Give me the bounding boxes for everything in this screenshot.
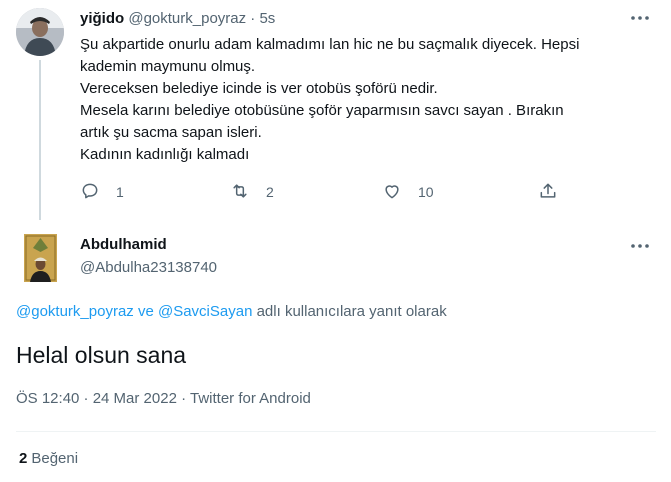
divider [16,431,656,432]
tweet-text-line: artık şu sacma sapan isleri. [80,124,262,141]
more-icon[interactable] [628,8,652,28]
retweet-icon [230,181,250,204]
tweet-text-line: kademin maymunu olmuş. [80,58,256,75]
share-button[interactable] [538,180,558,204]
replying-to: @gokturk_poyraz ve @SavciSayan adlı kull… [16,302,447,322]
tweet-text-line: Vereceksen belediye icinde is ver otobüs… [80,80,438,97]
likes-label: Beğeni [31,450,79,467]
author-name[interactable]: yiğido [80,10,124,27]
like-count: 10 [418,184,434,200]
share-icon [538,181,558,204]
tweet-text-line: Şu akpartide onurlu adam kalmadımı lan h… [80,36,580,53]
separator: · [250,10,256,27]
like-icon [382,181,402,204]
tweet-text-line: Kadının kadınlığı kalmadı [80,146,250,163]
like-button[interactable]: 10 [382,180,434,204]
retweet-button[interactable]: 2 [230,180,274,204]
avatar[interactable] [16,8,64,56]
author-handle[interactable]: @gokturk_poyraz [128,10,246,27]
avatar[interactable] [24,234,57,282]
tweet-text: Helal olsun sana [16,342,187,368]
author-name[interactable]: Abdulhamid [80,235,167,255]
reply-icon [80,181,100,204]
author-handle[interactable]: @Abdulha23138740 [80,258,217,278]
reply-count: 1 [116,184,124,200]
more-icon[interactable] [628,236,652,256]
retweet-count: 2 [266,184,274,200]
tweet-actions: 1 2 10 [80,180,580,204]
avatar-photo [24,234,57,282]
tweet-header: yiğido @gokturk_poyraz · 5s [80,9,275,29]
likes-link[interactable]: 2 Beğeni [19,449,78,469]
reply-button[interactable]: 1 [80,180,124,204]
mention-link[interactable]: @SavciSayan [158,303,252,320]
parent-tweet[interactable]: yiğido @gokturk_poyraz · 5s Şu akpartide… [0,0,671,222]
likes-count: 2 [19,450,28,467]
thread-line [39,60,41,220]
replying-suffix: adlı kullanıcılara yanıt olarak [256,303,447,320]
tweet-text: Şu akpartide onurlu adam kalmadımı lan h… [80,34,652,166]
mention-link[interactable]: @gokturk_poyraz [16,303,134,320]
timestamp[interactable]: 5s [259,10,275,27]
tweet-text-line: Mesela karını belediye otobüsüne şoför y… [80,102,564,119]
tweet-meta[interactable]: ÖS 12:40 · 24 Mar 2022 · Twitter for And… [16,389,311,409]
replying-connector: ve [137,303,154,320]
avatar-photo [16,8,64,56]
